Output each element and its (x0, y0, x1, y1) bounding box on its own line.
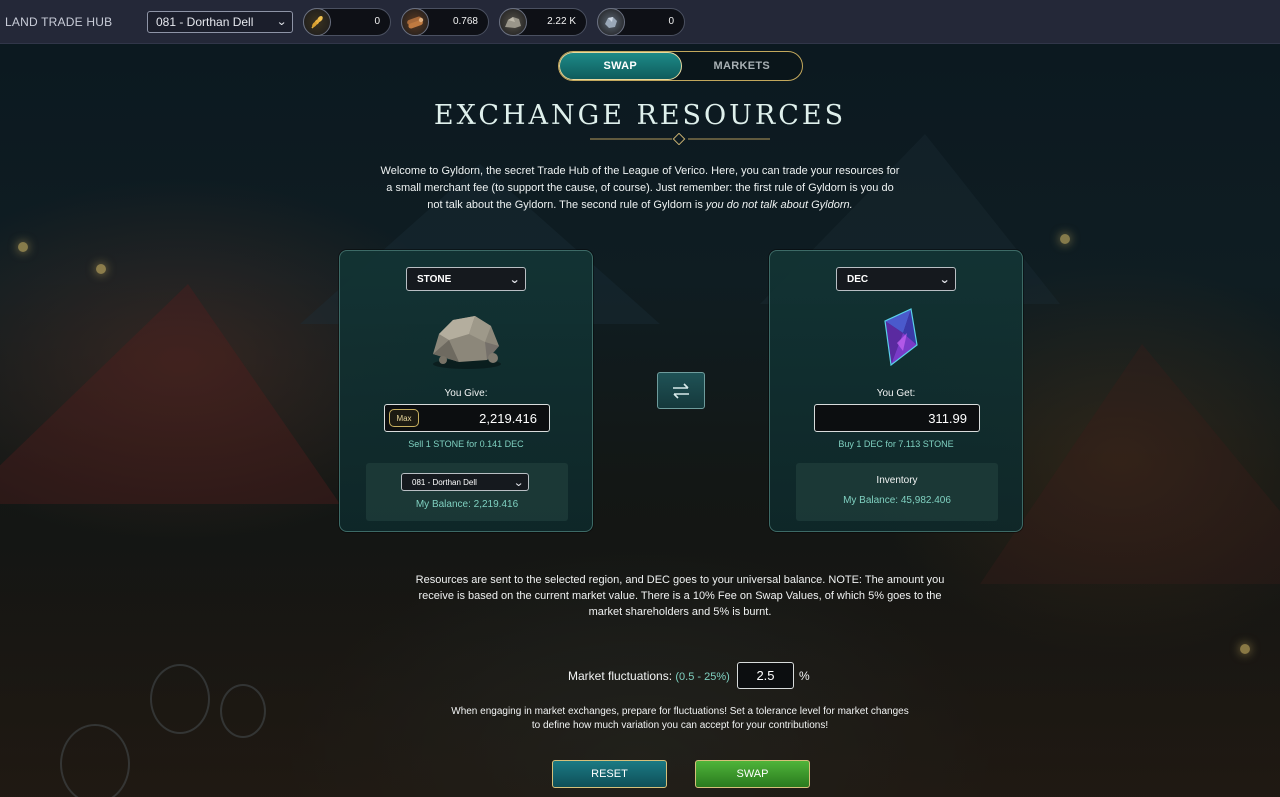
tent-shape (0, 284, 340, 504)
lantern-glow (96, 264, 106, 274)
fluctuation-label-text: Market fluctuations: (568, 669, 673, 683)
stone-icon (499, 7, 527, 36)
region-select[interactable]: 081 - Dorthan Dell ⌄ (147, 10, 293, 33)
iron-icon (597, 7, 625, 36)
lantern-glow (18, 242, 28, 252)
stone-image (417, 303, 517, 373)
max-button[interactable]: Max (389, 409, 419, 427)
reset-button[interactable]: RESET (552, 760, 667, 788)
grain-resource-pill: 0 (303, 7, 391, 36)
give-amount-input[interactable]: Max 2,219.416 (384, 404, 550, 432)
inventory-title: Inventory (876, 475, 918, 486)
wood-resource-pill: 0.768 (401, 7, 489, 36)
fluctuation-input[interactable]: 2.5 (737, 662, 794, 689)
fluctuation-label: Market fluctuations: (0.5 - 25%) (568, 669, 730, 683)
buy-rate-text: Buy 1 DEC for 7.113 STONE (838, 439, 954, 449)
chevron-down-icon: ⌄ (275, 16, 287, 28)
get-amount-value: 311.99 (928, 410, 967, 426)
view-tabs: SWAP MARKETS (558, 51, 803, 81)
sell-rate-text: Sell 1 STONE for 0.141 DEC (408, 439, 524, 449)
fluctuation-unit: % (799, 669, 810, 683)
inventory-panel: Inventory My Balance: 45,982.406 (796, 463, 998, 521)
fluctuation-help-text: When engaging in market exchanges, prepa… (451, 706, 909, 731)
get-amount-field: 311.99 (814, 404, 980, 432)
pot-shape (220, 684, 266, 738)
top-bar: LAND TRADE HUB 081 - Dorthan Dell ⌄ 0 0.… (0, 0, 1280, 44)
grain-icon (303, 7, 331, 36)
tab-swap[interactable]: SWAP (559, 52, 682, 80)
you-give-label: You Give: (444, 388, 488, 399)
fee-note: Resources are sent to the selected regio… (415, 574, 945, 618)
intro-emphasis: you do not talk about Gyldorn. (705, 199, 853, 211)
swap-direction-button[interactable] (657, 372, 705, 409)
get-panel: DEC ⌄ You Get: 311.99 Buy 1 DEC for 7.11… (769, 250, 1023, 532)
give-balance: My Balance: 2,219.416 (415, 499, 519, 510)
chevron-down-icon: ⌄ (508, 273, 520, 286)
iron-resource-pill: 0 (597, 7, 685, 36)
swap-button[interactable]: SWAP (695, 760, 810, 788)
give-resource-value: STONE (417, 273, 452, 285)
get-balance: My Balance: 45,982.406 (843, 495, 951, 506)
give-region-select[interactable]: 081 - Dorthan Dell ⌄ (401, 473, 529, 491)
get-resource-value: DEC (847, 273, 869, 285)
wood-value: 0.768 (452, 16, 478, 27)
chevron-down-icon: ⌄ (512, 476, 524, 489)
get-resource-select[interactable]: DEC ⌄ (836, 267, 956, 291)
app-title: LAND TRADE HUB (5, 14, 113, 29)
give-panel: STONE ⌄ You Give: Max 2,219.416 Sell 1 S… (339, 250, 593, 532)
title-ornament (590, 133, 770, 145)
stone-resource-pill: 2.22 K (499, 7, 587, 36)
stone-value: 2.22 K (547, 16, 576, 27)
tab-markets[interactable]: MARKETS (682, 52, 803, 80)
swap-arrows-icon (673, 382, 689, 399)
you-get-label: You Get: (876, 388, 916, 399)
region-select-value: 081 - Dorthan Dell (156, 14, 254, 29)
give-amount-value: 2,219.416 (479, 410, 537, 426)
fluctuation-range: (0.5 - 25%) (675, 671, 730, 683)
lantern-glow (1240, 644, 1250, 654)
intro-text: Welcome to Gyldorn, the secret Trade Hub… (380, 163, 900, 214)
lantern-glow (1060, 234, 1070, 244)
iron-value: 0 (668, 16, 674, 27)
give-resource-select[interactable]: STONE ⌄ (406, 267, 526, 291)
give-region-panel: 081 - Dorthan Dell ⌄ My Balance: 2,219.4… (366, 463, 568, 521)
grain-value: 0 (374, 16, 380, 27)
page-title: EXCHANGE RESOURCES (433, 100, 847, 131)
pot-shape (60, 724, 130, 797)
wood-icon (401, 7, 429, 36)
market-fluctuation-row: Market fluctuations: (0.5 - 25%) 2.5 % (0, 662, 1280, 690)
dec-crystal-image (847, 303, 947, 373)
tent-shape (980, 344, 1280, 584)
give-region-value: 081 - Dorthan Dell (412, 477, 477, 487)
chevron-down-icon: ⌄ (938, 273, 950, 286)
